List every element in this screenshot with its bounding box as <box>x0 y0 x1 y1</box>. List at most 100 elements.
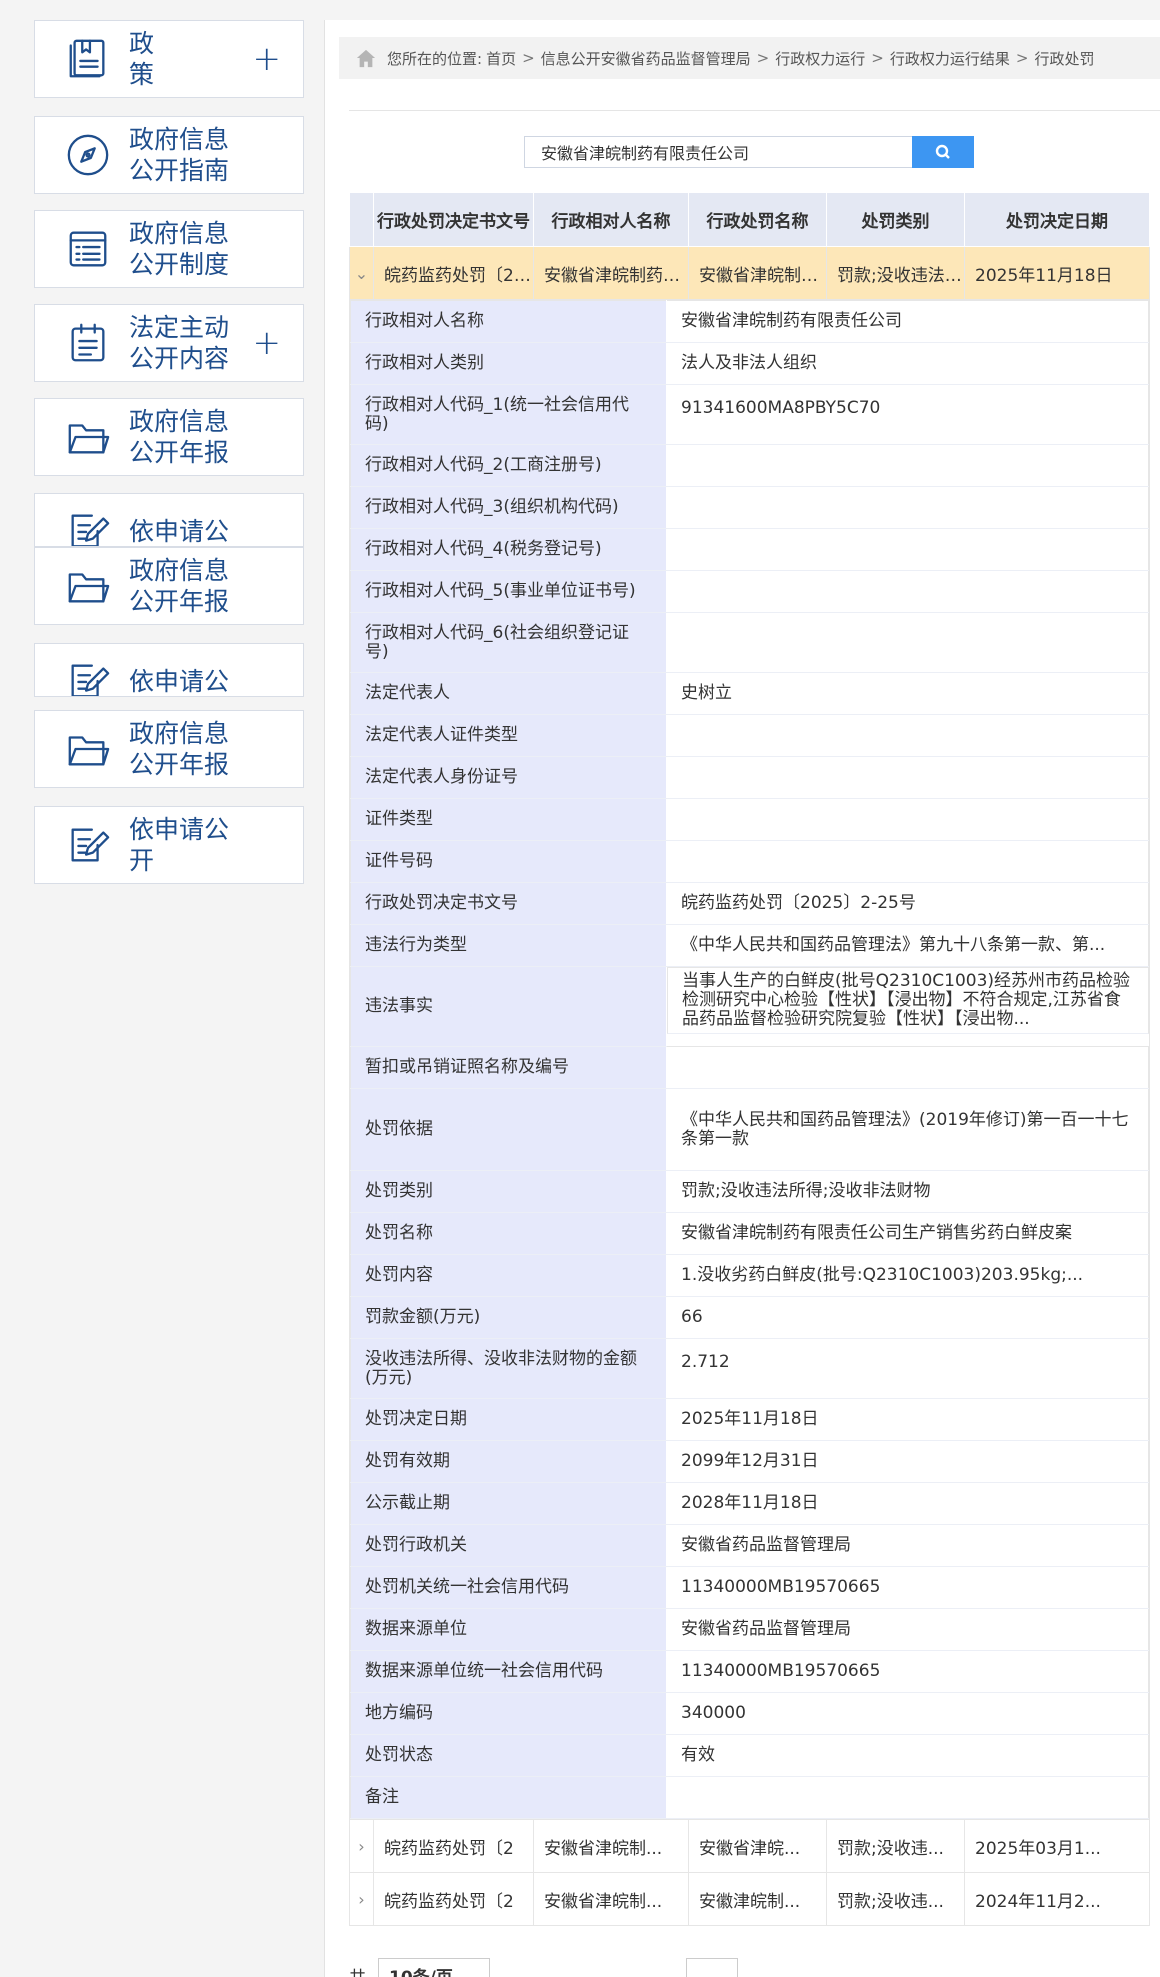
detail-field-row: 处罚内容 1.没收劣药白鲜皮(批号:Q2310C1003)203.95kg;... <box>350 1254 1149 1297</box>
expand-chevron-icon[interactable]: › <box>349 1872 374 1926</box>
table-row[interactable]: › 皖药监药处罚〔2 安徽省津皖制... 安徽津皖制... 罚款;没收违... … <box>349 1872 1150 1926</box>
detail-field-row: 行政相对人代码_6(社会组织登记证号) <box>350 612 1149 673</box>
header-penalty-name[interactable]: 行政处罚名称 <box>688 192 827 247</box>
detail-field-row: 处罚类别 罚款;没收违法所得;没收非法财物 <box>350 1170 1149 1213</box>
search-input[interactable] <box>524 136 912 168</box>
breadcrumb-home[interactable]: 首页 <box>486 48 516 69</box>
breadcrumb-penalty[interactable]: 行政处罚 <box>1034 48 1094 69</box>
collapse-chevron-icon[interactable]: ⌄ <box>349 246 374 300</box>
table-row[interactable]: ⌄ 皖药监药处罚〔2025〕2-25号 安徽省津皖制药有限责任公司 安徽省津皖制… <box>349 246 1150 300</box>
header-decision-no[interactable]: 行政处罚决定书文号 <box>373 192 534 247</box>
clipboard-icon <box>63 318 113 368</box>
folder-icon <box>63 412 113 462</box>
breadcrumb: 您所在的位置: 首页 > 信息公开安徽省药品监督管理局 > 行政权力运行 > 行… <box>339 37 1160 79</box>
detail-field-value: 1.没收劣药白鲜皮(批号:Q2310C1003)203.95kg;... <box>666 1254 1149 1297</box>
detail-field-row: 处罚机关统一社会信用代码 11340000MB19570665 <box>350 1566 1149 1609</box>
detail-field-label: 数据来源单位 <box>350 1608 667 1651</box>
detail-field-label: 行政相对人代码_5(事业单位证书号) <box>350 570 667 613</box>
expand-plus-icon[interactable]: + <box>253 42 282 76</box>
cell-penalty-category: 罚款;没收违... <box>826 1872 965 1926</box>
sidebar-item-request[interactable]: 依申请公开 <box>34 643 304 697</box>
cell-decision-no: 皖药监药处罚〔2025〕2-25号 <box>373 246 534 300</box>
detail-field-row: 数据来源单位统一社会信用代码 11340000MB19570665 <box>350 1650 1149 1693</box>
detail-field-row: 行政相对人代码_4(税务登记号) <box>350 528 1149 571</box>
detail-field-row: 行政相对人名称 安徽省津皖制药有限责任公司 <box>350 300 1149 343</box>
edit-document-icon <box>63 820 113 870</box>
sidebar-item-label: 政府信息 公开指南 <box>129 125 230 185</box>
detail-field-value: 《中华人民共和国药品管理法》(2019年修订)第一百一十七条第一款 <box>666 1088 1149 1171</box>
detail-field-row: 证件类型 <box>350 798 1149 841</box>
breadcrumb-prefix: 您所在的位置: <box>387 49 483 68</box>
detail-field-value: 安徽省药品监督管理局 <box>666 1524 1149 1567</box>
header-penalty-category[interactable]: 处罚类别 <box>826 192 965 247</box>
detail-field-label: 行政相对人代码_2(工商注册号) <box>350 444 667 487</box>
sidebar-item-label: 政府信息 公开年报 <box>129 719 230 779</box>
detail-field-value <box>666 528 1149 571</box>
detail-field-value: 法人及非法人组织 <box>666 342 1149 385</box>
sidebar-item-annual-report[interactable]: 政府信息 公开年报 <box>34 710 304 788</box>
detail-field-value: 《中华人民共和国药品管理法》第九十八条第一款、第... <box>666 924 1149 967</box>
expand-chevron-icon[interactable]: › <box>349 1819 374 1873</box>
edit-document-icon <box>63 656 113 696</box>
table-row[interactable]: › 皖药监药处罚〔2 安徽省津皖制... 安徽省津皖... 罚款;没收违... … <box>349 1819 1150 1873</box>
detail-field-row: 行政相对人类别 法人及非法人组织 <box>350 342 1149 385</box>
detail-field-row: 处罚行政机关 安徽省药品监督管理局 <box>350 1524 1149 1567</box>
cell-party-name: 安徽省津皖制... <box>533 1872 689 1926</box>
header-party-name[interactable]: 行政相对人名称 <box>533 192 689 247</box>
edit-document-icon <box>63 506 113 546</box>
breadcrumb-power-operation[interactable]: 行政权力运行 <box>775 48 865 69</box>
sidebar-item-label: 法定主动 公开内容 <box>129 313 230 373</box>
detail-field-value <box>666 570 1149 613</box>
breadcrumb-power-results[interactable]: 行政权力运行结果 <box>890 48 1010 69</box>
detail-field-value: 11340000MB19570665 <box>666 1566 1149 1609</box>
cell-decision-no: 皖药监药处罚〔2 <box>373 1872 534 1926</box>
page-size-select[interactable]: 10条/页 <box>378 1958 490 1977</box>
sidebar-item-policy[interactable]: 政策 + <box>34 20 304 98</box>
detail-field-label: 没收违法所得、没收非法财物的金额(万元) <box>350 1338 667 1399</box>
detail-field-label: 暂扣或吊销证照名称及编号 <box>350 1046 667 1089</box>
sidebar-item-guide[interactable]: 政府信息 公开指南 <box>34 116 304 194</box>
detail-field-row: 行政处罚决定书文号 皖药监药处罚〔2025〕2-25号 <box>350 882 1149 925</box>
search-button[interactable] <box>912 136 974 168</box>
sidebar-item-annual-report[interactable]: 政府信息 公开年报 <box>34 398 304 476</box>
detail-field-label: 处罚机关统一社会信用代码 <box>350 1566 667 1609</box>
expand-plus-icon[interactable]: + <box>253 326 282 360</box>
detail-field-value <box>666 1046 1149 1089</box>
cell-decision-date: 2025年03月1... <box>964 1819 1150 1873</box>
sidebar-item-label: 政府信息 公开年报 <box>129 556 230 616</box>
detail-table: 行政相对人名称 安徽省津皖制药有限责任公司 行政相对人类别 法人及非法人组织 行政相对人… <box>350 300 1149 1819</box>
detail-field-label: 行政相对人代码_1(统一社会信用代码) <box>350 384 667 445</box>
detail-cell: 行政相对人名称 安徽省津皖制药有限责任公司 行政相对人类别 法人及非法人组织 行政相对人… <box>349 299 1150 1820</box>
detail-field-value: 11340000MB19570665 <box>666 1650 1149 1693</box>
page-jump-input[interactable] <box>686 1958 738 1977</box>
detail-field-value: 66 <box>666 1296 1149 1339</box>
cell-decision-date: 2024年11月2... <box>964 1872 1150 1926</box>
breadcrumb-info-open[interactable]: 信息公开安徽省药品监督管理局 <box>541 48 751 69</box>
sidebar-item-system[interactable]: 政府信息 公开制度 <box>34 210 304 288</box>
detail-field-row: 处罚名称 安徽省津皖制药有限责任公司生产销售劣药白鲜皮案 <box>350 1212 1149 1255</box>
header-spacer <box>349 192 374 247</box>
detail-field-label: 证件号码 <box>350 840 667 883</box>
breadcrumb-separator: > <box>871 49 884 67</box>
sidebar-item-request[interactable]: 依申请公开 <box>34 806 304 884</box>
detail-field-label: 地方编码 <box>350 1692 667 1735</box>
sidebar-item-request[interactable]: 依申请公开 <box>34 493 304 547</box>
detail-field-label: 法定代表人 <box>350 672 667 715</box>
detail-field-row: 处罚依据 《中华人民共和国药品管理法》(2019年修订)第一百一十七条第一款 <box>350 1088 1149 1171</box>
detail-field-row: 暂扣或吊销证照名称及编号 <box>350 1046 1149 1089</box>
sidebar-item-label: 依申请公开 <box>129 517 230 546</box>
cell-penalty-name: 安徽省津皖... <box>688 1819 827 1873</box>
detail-field-label: 行政相对人名称 <box>350 300 667 343</box>
detail-field-row: 法定代表人身份证号 <box>350 756 1149 799</box>
detail-field-label: 违法行为类型 <box>350 924 667 967</box>
detail-field-value: 皖药监药处罚〔2025〕2-25号 <box>666 882 1149 925</box>
detail-field-value: 罚款;没收违法所得;没收非法财物 <box>666 1170 1149 1213</box>
detail-field-row: 处罚状态 有效 <box>350 1734 1149 1777</box>
pager-total-prefix: 共 <box>349 1963 366 1977</box>
header-decision-date[interactable]: 处罚决定日期 <box>964 192 1150 247</box>
sidebar-item-statutory[interactable]: 法定主动 公开内容 + <box>34 304 304 382</box>
cell-decision-no: 皖药监药处罚〔2 <box>373 1819 534 1873</box>
detail-field-value: 340000 <box>666 1692 1149 1735</box>
detail-field-row: 没收违法所得、没收非法财物的金额(万元) 2.712 <box>350 1338 1149 1399</box>
sidebar-item-annual-report[interactable]: 政府信息 公开年报 <box>34 547 304 625</box>
